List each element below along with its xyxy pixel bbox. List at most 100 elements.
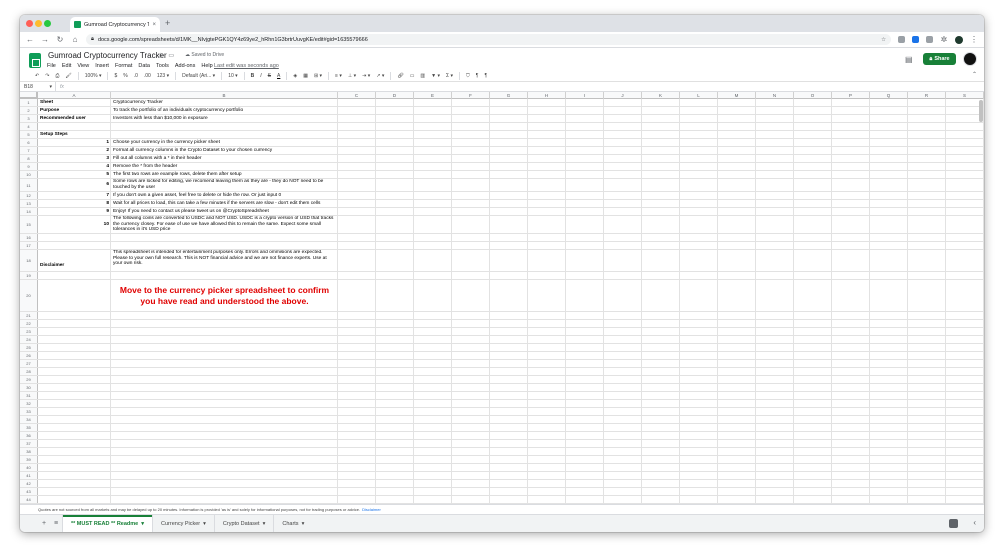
all-sheets-icon[interactable]: ≡	[50, 520, 62, 527]
insert-chart-icon[interactable]: ▥	[417, 73, 428, 79]
reload-icon[interactable]: ↻	[56, 35, 64, 44]
close-window-button[interactable]	[26, 20, 33, 27]
row-header[interactable]: 23	[20, 328, 38, 335]
cell-b[interactable]: Enjoy! If you need to contact us please …	[111, 208, 338, 215]
cell-b[interactable]: Cryptocurrency Tracker	[111, 99, 338, 106]
undo-icon[interactable]: ↶	[32, 73, 42, 79]
menu-insert[interactable]: Insert	[95, 63, 109, 69]
cell-a[interactable]	[38, 234, 111, 241]
column-header-m[interactable]: M	[718, 92, 756, 99]
browser-menu-icon[interactable]: ⋮	[970, 35, 978, 44]
row-header[interactable]: 42	[20, 480, 38, 487]
borders-icon[interactable]: ▦	[300, 73, 311, 79]
row-header[interactable]: 22	[20, 320, 38, 327]
cell-a[interactable]: 7	[38, 192, 111, 199]
addon-icon[interactable]: ⛉	[463, 73, 473, 79]
column-header-b[interactable]: B	[111, 92, 338, 99]
cell-a[interactable]: 1	[38, 139, 111, 146]
menu-addons[interactable]: Add-ons	[175, 63, 196, 69]
document-title[interactable]: Gumroad Cryptocurrency Tracker	[48, 51, 167, 60]
merge-cells-icon[interactable]: ⊞ ▾	[311, 73, 325, 79]
row-header[interactable]: 13	[20, 200, 38, 207]
folder-icon[interactable]: ▭	[168, 52, 174, 59]
cell-b[interactable]: The first two rows are example rows, del…	[111, 171, 338, 178]
cell-b[interactable]: Some rows are locked for editing, we rec…	[111, 179, 338, 191]
name-box[interactable]: B18 ▾	[20, 81, 56, 92]
puzzle-extensions-icon[interactable]: ✲	[940, 35, 948, 44]
column-header-l[interactable]: L	[680, 92, 718, 99]
row-header[interactable]: 20	[20, 280, 38, 311]
column-header-h[interactable]: H	[528, 92, 566, 99]
row-header[interactable]: 12	[20, 192, 38, 199]
row-header[interactable]: 32	[20, 400, 38, 407]
horizontal-align-icon[interactable]: ≡ ▾	[332, 73, 345, 79]
cell-b[interactable]	[111, 242, 338, 249]
increase-decimal-button[interactable]: .00	[141, 73, 154, 79]
column-header-e[interactable]: E	[414, 92, 452, 99]
column-header-j[interactable]: J	[604, 92, 642, 99]
font-select[interactable]: Default (Ari... ▾	[179, 73, 218, 79]
row-header[interactable]: 1	[20, 99, 38, 106]
row-header[interactable]: 28	[20, 368, 38, 375]
italic-button[interactable]: I	[257, 73, 264, 79]
disclaimer-link[interactable]: Disclaimer	[362, 507, 381, 512]
cell-b[interactable]	[111, 234, 338, 241]
row-header[interactable]: 21	[20, 312, 38, 319]
cell-a[interactable]: Sheet	[38, 99, 111, 106]
cell-b[interactable]	[111, 272, 338, 279]
vertical-scrollbar[interactable]	[979, 100, 983, 122]
confirmation-warning[interactable]: Move to the currency picker spreadsheet …	[111, 280, 338, 311]
star-icon[interactable]: ☆	[158, 52, 163, 59]
row-header[interactable]: 25	[20, 344, 38, 351]
cell-a[interactable]: 10	[38, 216, 111, 233]
cell-a[interactable]: Purpose	[38, 107, 111, 114]
menu-help[interactable]: Help	[201, 63, 212, 69]
row-header[interactable]: 9	[20, 163, 38, 170]
share-button[interactable]: 🔒︎ Share	[923, 53, 956, 65]
text-rotate-icon[interactable]: ↗ ▾	[373, 73, 387, 79]
column-header-o[interactable]: O	[794, 92, 832, 99]
decrease-decimal-button[interactable]: .0	[131, 73, 141, 79]
row-header[interactable]: 44	[20, 496, 38, 503]
strikethrough-button[interactable]: S	[265, 73, 274, 79]
row-header[interactable]: 3	[20, 115, 38, 122]
cell-b[interactable]: To track the portfolio of an individuals…	[111, 107, 338, 114]
column-header-k[interactable]: K	[642, 92, 680, 99]
column-header-c[interactable]: C	[338, 92, 376, 99]
cell-b[interactable]: This spreadsheet is intended for enterta…	[111, 250, 338, 271]
last-edit-link[interactable]: Last edit was seconds ago	[214, 63, 279, 69]
row-header[interactable]: 4	[20, 123, 38, 130]
extension-icon[interactable]	[912, 36, 919, 43]
row-header[interactable]: 15	[20, 216, 38, 233]
row-header[interactable]: 18	[20, 250, 38, 271]
row-header[interactable]: 17	[20, 242, 38, 249]
row-header[interactable]: 7	[20, 147, 38, 154]
browser-tab[interactable]: Gumroad Cryptocurrency Trac ×	[70, 17, 160, 32]
column-header-q[interactable]: Q	[870, 92, 908, 99]
row-header[interactable]: 11	[20, 179, 38, 191]
row-header[interactable]: 14	[20, 208, 38, 215]
comment-history-icon[interactable]: ▤	[905, 55, 913, 64]
column-header-p[interactable]: P	[832, 92, 870, 99]
currency-format-button[interactable]: $	[111, 73, 120, 79]
row-header[interactable]: 27	[20, 360, 38, 367]
explore-icon[interactable]	[949, 519, 958, 528]
row-header[interactable]: 37	[20, 440, 38, 447]
cell-b[interactable]: Fill out all columns with a * in their h…	[111, 155, 338, 162]
row-header[interactable]: 6	[20, 139, 38, 146]
cell-b[interactable]: If you don't own a given asset, feel fre…	[111, 192, 338, 199]
column-header-d[interactable]: D	[376, 92, 414, 99]
row-header[interactable]: 19	[20, 272, 38, 279]
insert-comment-icon[interactable]: ▭	[407, 73, 418, 79]
sheet-tab-readme[interactable]: ** MUST READ ** Readme ▾	[62, 514, 153, 532]
cell-a[interactable]	[38, 242, 111, 249]
home-icon[interactable]: ⌂	[71, 35, 79, 44]
print-icon[interactable]: ⎙	[52, 73, 62, 79]
menu-edit[interactable]: Edit	[62, 63, 71, 69]
cell-a[interactable]: 2	[38, 147, 111, 154]
row-header[interactable]: 29	[20, 376, 38, 383]
row-header[interactable]: 38	[20, 448, 38, 455]
row-header[interactable]: 16	[20, 234, 38, 241]
sheet-tab-crypto-dataset[interactable]: Crypto Dataset ▾	[213, 514, 273, 532]
extension-icon[interactable]	[898, 36, 905, 43]
